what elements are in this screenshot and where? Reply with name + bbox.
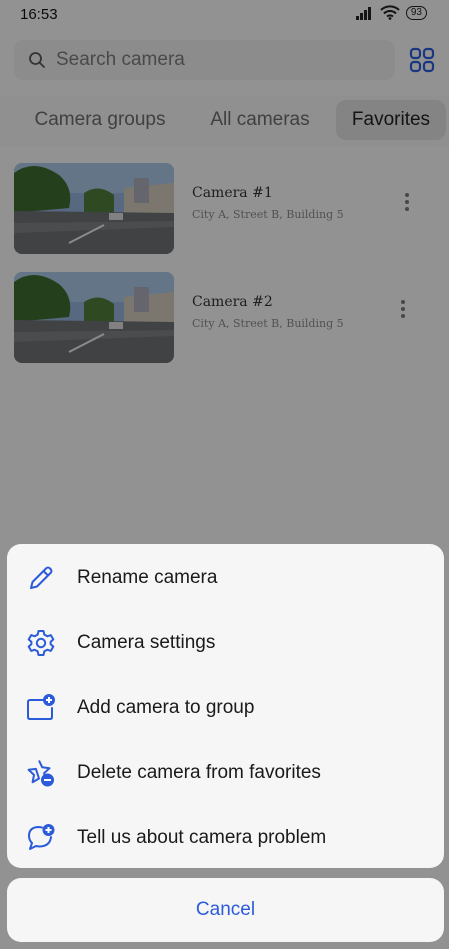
option-label: Add camera to group — [77, 697, 255, 718]
rename-camera-option[interactable]: Rename camera — [7, 545, 444, 609]
report-problem-option[interactable]: Tell us about camera problem — [7, 805, 444, 869]
option-label: Rename camera — [77, 567, 218, 588]
camera-settings-option[interactable]: Camera settings — [7, 610, 444, 674]
option-label: Delete camera from favorites — [77, 762, 321, 783]
action-sheet: Rename camera Camera settings Add camera… — [7, 544, 444, 868]
option-label: Camera settings — [77, 632, 216, 653]
delete-from-favorites-option[interactable]: Delete camera from favorites — [7, 740, 444, 804]
add-to-group-option[interactable]: Add camera to group — [7, 675, 444, 739]
cancel-button[interactable]: Cancel — [7, 878, 444, 942]
star-minus-icon — [27, 760, 54, 787]
option-label: Tell us about camera problem — [77, 827, 327, 848]
chat-plus-icon — [28, 824, 55, 850]
folder-plus-icon — [27, 694, 55, 720]
gear-icon — [27, 630, 55, 656]
pencil-icon — [30, 566, 53, 589]
